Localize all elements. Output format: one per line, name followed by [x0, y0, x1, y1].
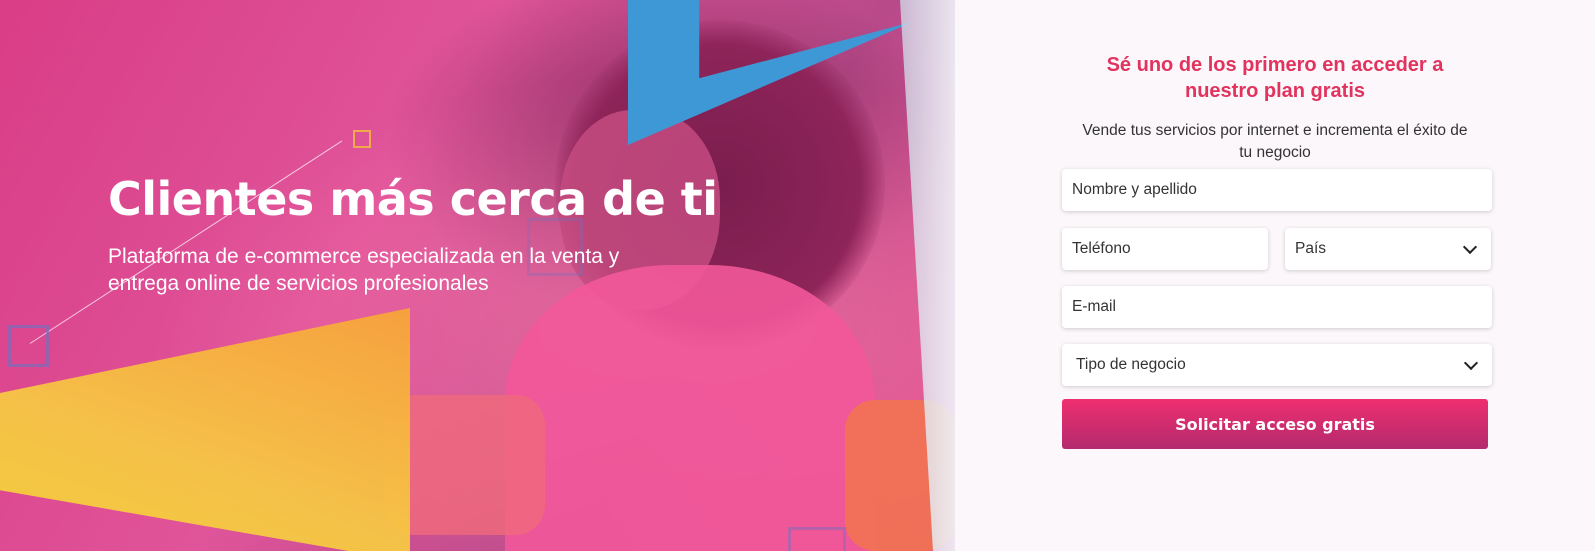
- purple-square-decoration: [788, 527, 846, 551]
- phone-input[interactable]: [1062, 228, 1268, 270]
- hero-banner: Clientes más cerca de ti Plataforma de e…: [0, 0, 955, 551]
- country-select-value: País: [1295, 240, 1327, 257]
- form-title: Sé uno de los primero en acceder a nuest…: [1106, 54, 1444, 102]
- business-type-select-value: Tipo de negocio: [1076, 356, 1186, 373]
- request-access-button[interactable]: Solicitar acceso gratis: [1062, 399, 1488, 449]
- chevron-down-icon: [1462, 239, 1478, 255]
- purple-square-decoration: [8, 325, 49, 367]
- email-input[interactable]: [1062, 286, 1492, 328]
- country-select[interactable]: País: [1285, 228, 1491, 270]
- form-subtitle: Vende tus servicios por internet e incre…: [1082, 122, 1468, 161]
- hero-subtitle: Plataforma de e-commerce especializada e…: [108, 245, 620, 295]
- chevron-down-icon: [1463, 355, 1479, 371]
- hero-title: Clientes más cerca de ti: [108, 172, 718, 226]
- name-input[interactable]: [1062, 169, 1492, 211]
- hero-person-shirt: [505, 265, 875, 551]
- business-type-select[interactable]: Tipo de negocio: [1062, 344, 1492, 386]
- orange-square-decoration: [353, 130, 371, 148]
